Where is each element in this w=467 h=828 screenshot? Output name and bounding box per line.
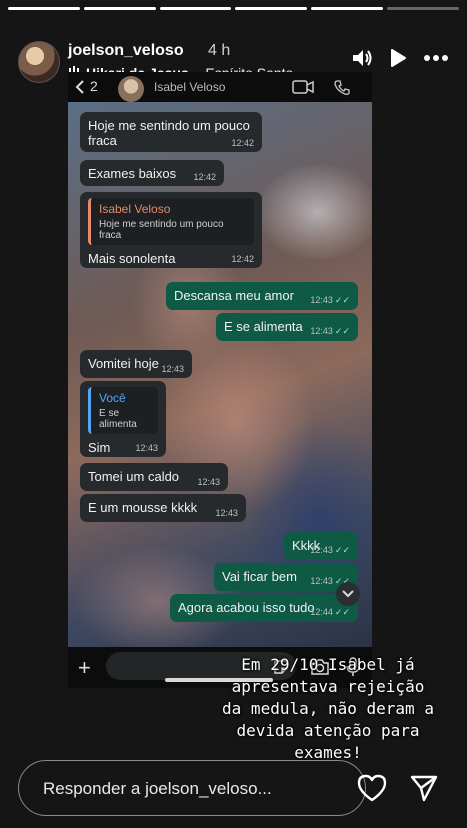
- whatsapp-screenshot: Hoje me sentindo um pouco fraca 12:42 Exam…: [68, 72, 372, 688]
- message-time: 12:43 ✓✓: [310, 545, 350, 555]
- message-bubble-in: E um mousse kkkk 12:43: [80, 494, 246, 522]
- message-bubble-out: Descansa meu amor 12:43 ✓✓: [166, 282, 358, 310]
- story-caption: Em 29/10 Isabel já apresentava rejeição …: [222, 655, 434, 762]
- contact-avatar: [118, 76, 144, 102]
- message-text: Mais sonolenta: [88, 251, 176, 266]
- message-text: Vai ficar bem: [222, 569, 297, 584]
- posted-time: 4 h: [208, 42, 231, 59]
- message-text: Descansa meu amor: [174, 288, 294, 303]
- quoted-text: Hoje me sentindo um pouco fraca: [99, 219, 224, 241]
- message-text: Tomei um caldo: [88, 469, 180, 484]
- reply-box[interactable]: [18, 760, 366, 816]
- message-bubble-in: Isabel Veloso Hoje me sentindo um pouco f…: [80, 192, 262, 268]
- read-checks-icon: ✓✓: [334, 607, 350, 617]
- reply-input[interactable]: [43, 777, 343, 801]
- quoted-reply: Você E se alimenta: [88, 387, 158, 434]
- play-icon[interactable]: [389, 48, 407, 68]
- story-progress-bar: [8, 7, 459, 10]
- quoted-sender: Você: [99, 391, 126, 405]
- home-indicator: [165, 678, 273, 682]
- message-bubble-in: Exames baixos 12:42: [80, 160, 224, 186]
- send-icon[interactable]: [410, 774, 438, 802]
- progress-segment: [311, 7, 384, 10]
- heart-icon[interactable]: [356, 773, 388, 803]
- message-text: Vomitei hoje: [88, 356, 159, 371]
- chevron-down-icon: [342, 590, 354, 598]
- message-time: 12:43: [215, 508, 238, 518]
- message-text: E se alimenta: [224, 319, 303, 334]
- message-time: 12:42: [193, 172, 216, 182]
- back-count: 2: [90, 78, 98, 94]
- message-time: 12:42: [231, 138, 254, 148]
- message-time: 12:43: [197, 477, 220, 487]
- message-time: 12:43 ✓✓: [310, 326, 350, 336]
- message-text: Sim: [88, 440, 111, 455]
- progress-segment: [387, 7, 459, 10]
- message-text: Hoje me sentindo um pouco fraca: [88, 118, 250, 148]
- read-checks-icon: ✓✓: [334, 326, 350, 336]
- message-text: Agora acabou isso tudo: [178, 600, 315, 615]
- progress-segment: [159, 7, 232, 10]
- message-bubble-out: Agora acabou isso tudo 12:44 ✓✓: [170, 594, 358, 622]
- contact-name: Isabel Veloso: [154, 80, 226, 94]
- message-bubble-in: Tomei um caldo 12:43: [80, 463, 228, 491]
- message-time: 12:43: [161, 364, 184, 374]
- read-checks-icon: ✓✓: [334, 295, 350, 305]
- message-time: 12:42: [231, 254, 254, 264]
- avatar[interactable]: [18, 41, 60, 83]
- quoted-reply: Isabel Veloso Hoje me sentindo um pouco f…: [88, 198, 254, 245]
- message-bubble-in: Você E se alimenta Sim 12:43: [80, 381, 166, 457]
- message-text: Exames baixos: [88, 166, 177, 181]
- progress-segment: [83, 7, 156, 10]
- message-time: 12:43 ✓✓: [310, 295, 350, 305]
- plus-icon: +: [78, 655, 91, 680]
- message-bubble-in: Vomitei hoje 12:43: [80, 350, 192, 378]
- message-bubble-out: Kkkk 12:43 ✓✓: [284, 532, 358, 560]
- message-time: 12:43: [135, 443, 158, 453]
- video-call-icon: [292, 80, 314, 94]
- volume-icon[interactable]: [351, 48, 373, 68]
- message-bubble-out: E se alimenta 12:43 ✓✓: [216, 313, 358, 341]
- message-bubble-in: Hoje me sentindo um pouco fraca 12:42: [80, 112, 262, 152]
- message-text: E um mousse kkkk: [88, 500, 198, 515]
- progress-segment: [8, 7, 80, 10]
- phone-icon: [334, 80, 350, 95]
- read-checks-icon: ✓✓: [334, 545, 350, 555]
- username[interactable]: joelson_veloso: [68, 42, 184, 60]
- chat-area: Hoje me sentindo um pouco fraca 12:42 Exam…: [68, 102, 372, 647]
- scroll-down-button: [336, 582, 360, 606]
- quoted-text: E se alimenta: [99, 408, 137, 430]
- quoted-sender: Isabel Veloso: [99, 202, 171, 216]
- progress-segment: [235, 7, 308, 10]
- back-arrow-icon: [75, 80, 84, 94]
- chat-header: 2 Isabel Veloso: [68, 72, 372, 102]
- more-icon[interactable]: [423, 48, 449, 68]
- message-bubble-out: Vai ficar bem 12:43 ✓✓: [214, 563, 358, 591]
- message-time: 12:44 ✓✓: [310, 607, 350, 617]
